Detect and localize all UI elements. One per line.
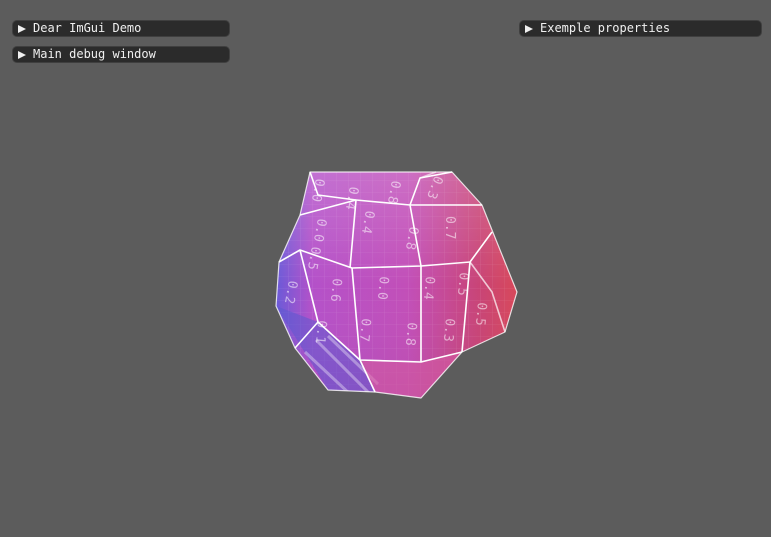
- window-title: Exemple properties: [540, 21, 671, 35]
- uv-label: 0.6: [327, 278, 344, 303]
- uv-label: 0.0: [374, 276, 391, 301]
- main-debug-window-header[interactable]: Main debug window: [12, 46, 230, 63]
- window-title: Dear ImGui Demo: [33, 21, 142, 35]
- 3d-scene[interactable]: 0.0 0.4 0.8 0.3 0.0 0.4 0.8 0.7 0.5 0.2 …: [0, 0, 771, 537]
- mesh-object: 0.0 0.4 0.8 0.3 0.0 0.4 0.8 0.7 0.5 0.2 …: [275, 171, 518, 399]
- exemple-properties-window-header[interactable]: Exemple properties: [519, 20, 762, 37]
- dear-imgui-demo-window-header[interactable]: Dear ImGui Demo: [12, 20, 230, 37]
- render-viewport[interactable]: 0.0 0.4 0.8 0.3 0.0 0.4 0.8 0.7 0.5 0.2 …: [0, 0, 771, 537]
- uv-label: 0.4: [420, 276, 437, 301]
- uv-label: 0.7: [356, 318, 373, 343]
- uv-label: 0.7: [442, 216, 457, 239]
- collapse-triangle-right-icon[interactable]: [18, 24, 26, 33]
- uv-label: 0.3: [440, 318, 457, 343]
- uv-label: 0.5: [454, 272, 471, 297]
- collapse-triangle-right-icon[interactable]: [525, 24, 533, 33]
- collapse-triangle-right-icon[interactable]: [18, 50, 26, 59]
- uv-label: 0.1: [312, 320, 329, 345]
- uv-label: 0.5: [472, 302, 489, 327]
- uv-label: 0.8: [402, 322, 419, 347]
- window-title: Main debug window: [33, 47, 156, 61]
